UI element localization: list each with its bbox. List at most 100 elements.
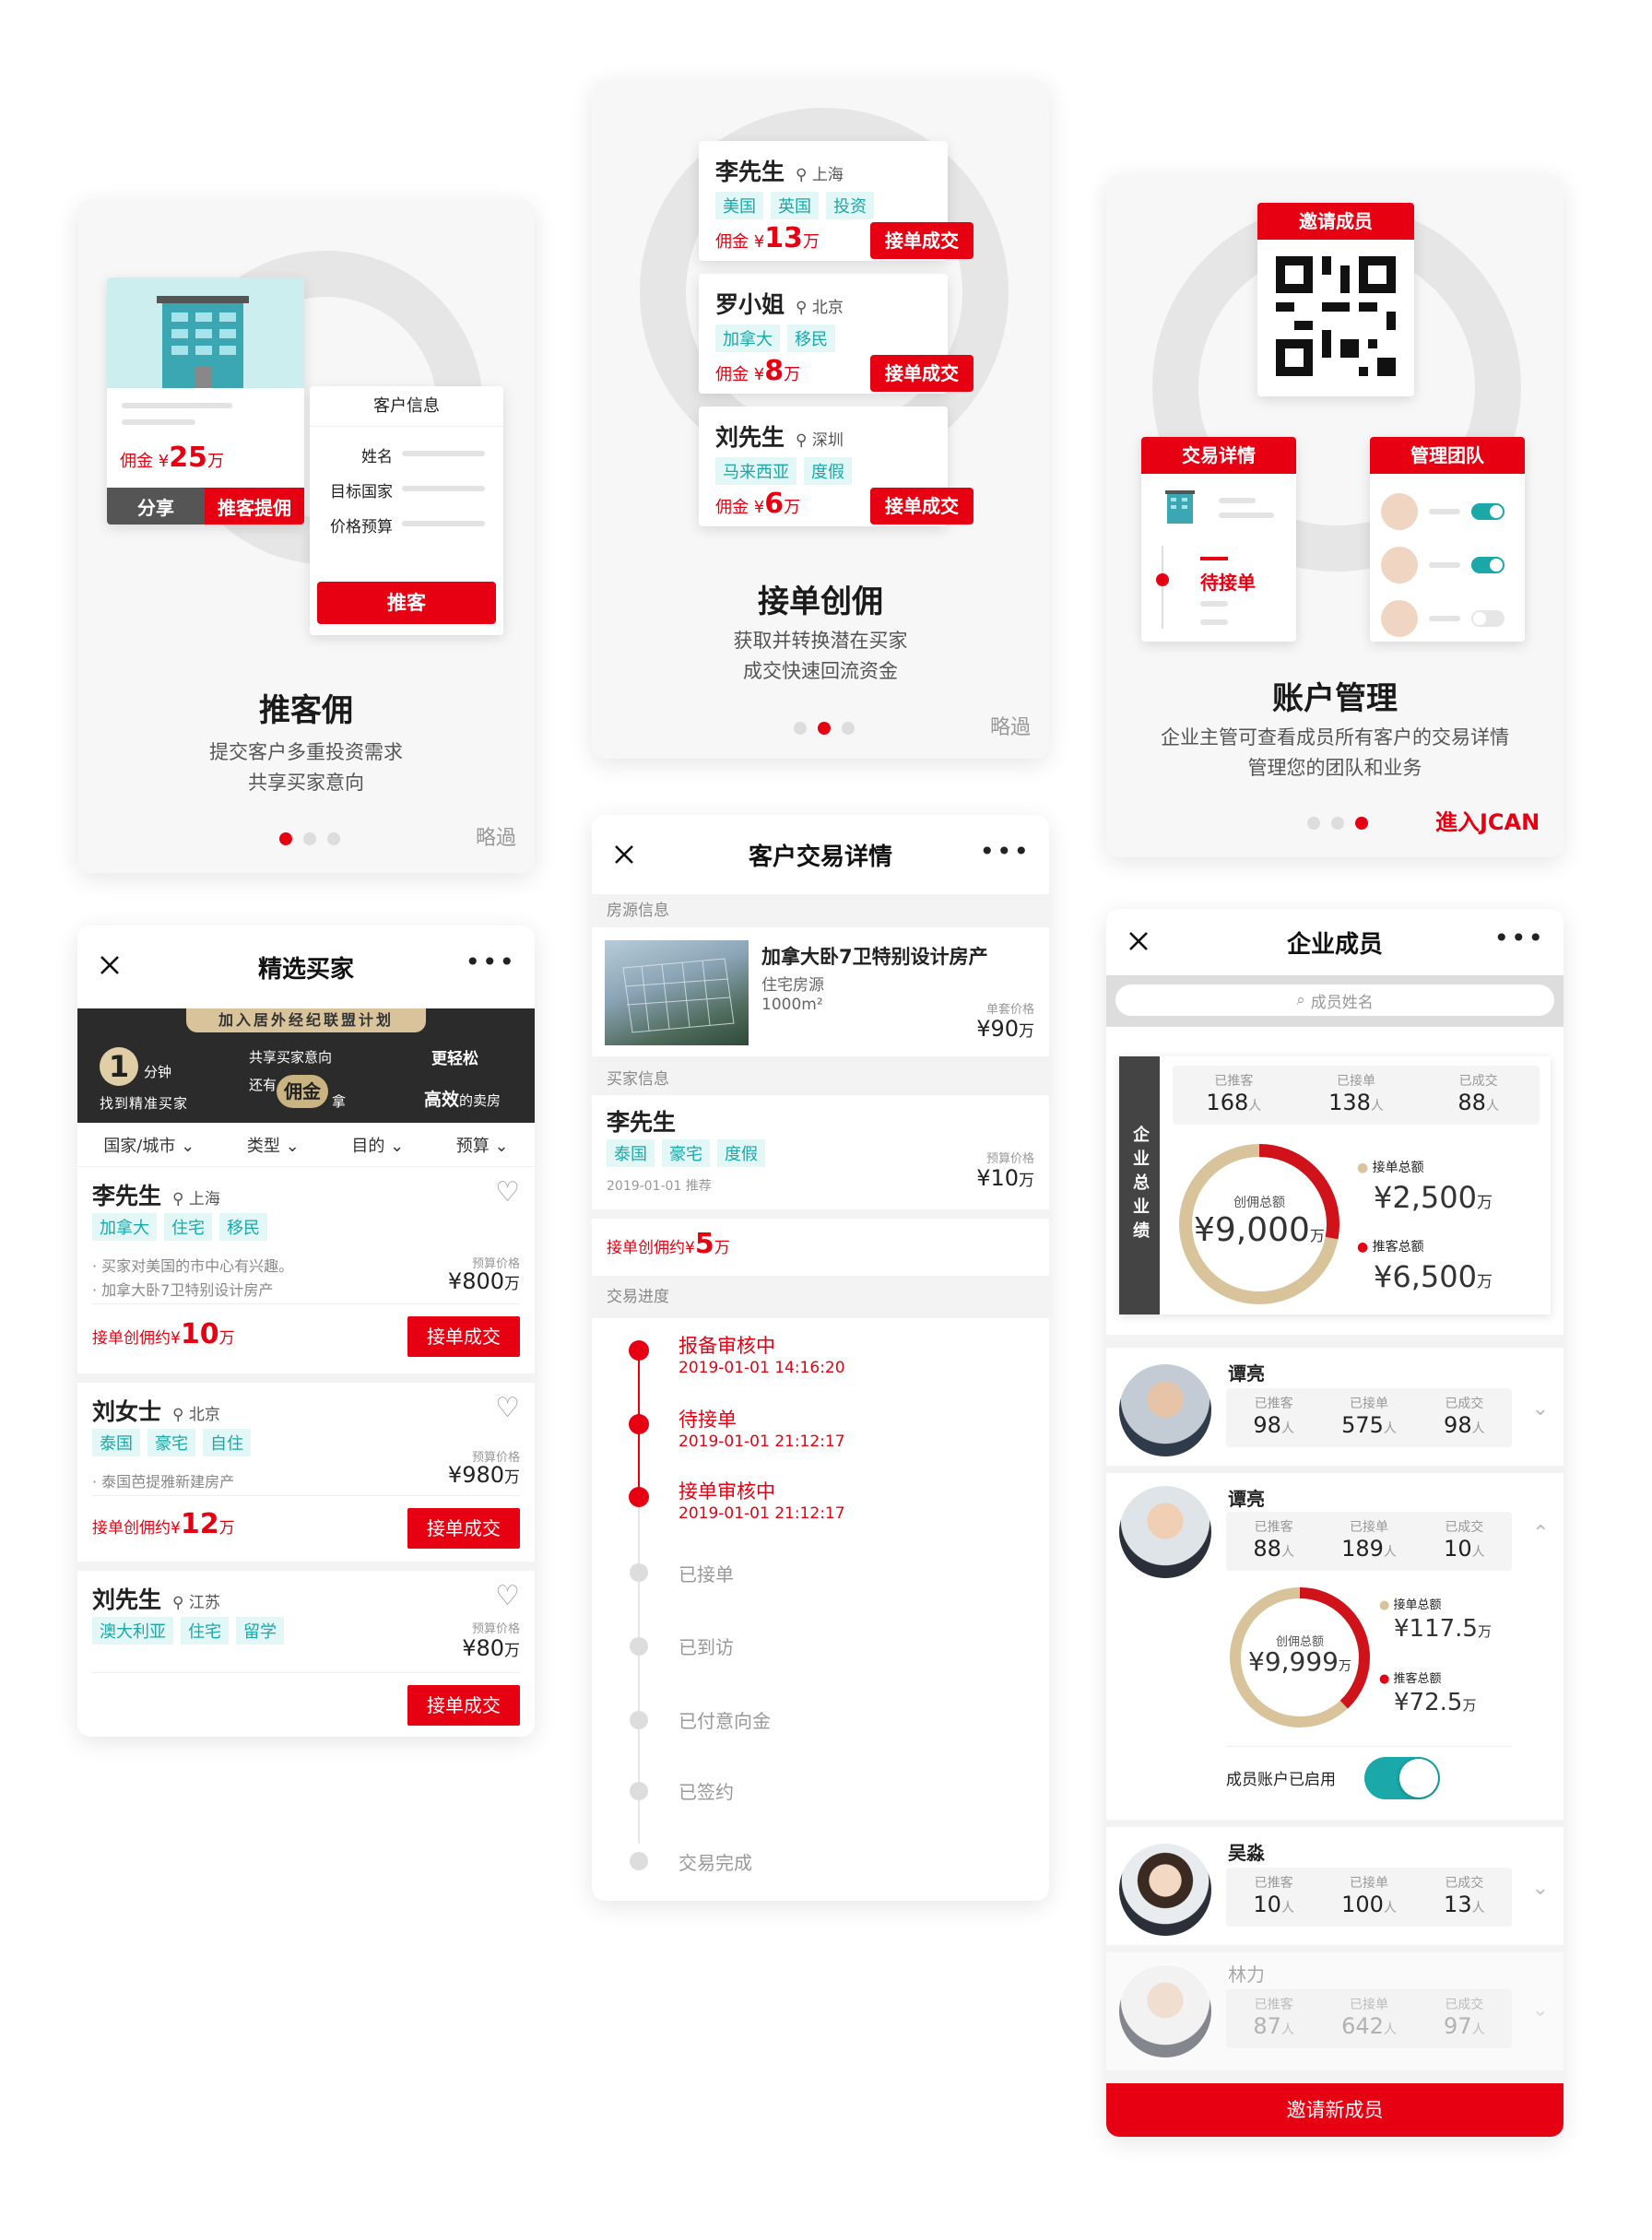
onboarding-desc-1: 获取并转换潜在买家 xyxy=(733,630,908,652)
invite-member-button[interactable]: 邀请新成员 xyxy=(1106,2083,1564,2137)
step-label: 已到访 xyxy=(678,1636,734,1658)
qr-code-icon xyxy=(1276,256,1396,376)
accept-deal-button[interactable]: 接单成交 xyxy=(407,1508,520,1549)
accept-deal-button[interactable]: 接单成交 xyxy=(870,355,974,392)
step-time: 2019-01-01 21:12:17 xyxy=(678,1432,845,1451)
member-stats: 已推客 87人 已接单 642人 已成交 97人 xyxy=(1226,1989,1512,2048)
enter-app-button[interactable]: 進入JCAN xyxy=(1435,804,1540,836)
commission-row: 接单创佣约¥5万 xyxy=(607,1228,730,1260)
filter-purpose[interactable]: 目的 ⌄ xyxy=(351,1133,404,1157)
field-country-label: 目标国家 xyxy=(330,483,393,501)
promo-banner[interactable]: 加入居外经纪联盟计划 1 分钟 找到精准买家 共享买家意向 还有 佣金 拿 更轻… xyxy=(77,1008,535,1123)
member-avatar-icon xyxy=(1381,600,1418,637)
location-pin-icon: ⚲ 北京 xyxy=(172,1406,220,1424)
step-label: 已接单 xyxy=(678,1563,734,1586)
member-avatar-icon xyxy=(1381,547,1418,584)
onboarding-account-card: 邀请成员 交易详情 待接单 管理团队 账户管理 企业主管可查看成员所有客户的交易… xyxy=(1106,175,1564,857)
buyer-item[interactable]: 李先生 ⚲ 上海 ♡ 加拿大 住宅 移民 · 买家对美国的市中心有兴趣。 · 加拿大卧… xyxy=(77,1167,535,1373)
step-time: 2019-01-01 14:16:20 xyxy=(678,1359,845,1377)
deal-detail-screen: 客户交易详情 ••• 房源信息 加拿大卧7卫特别设计房产 住宅房源 1000m²… xyxy=(592,815,1049,1901)
step-time: 2019-01-01 21:12:17 xyxy=(678,1504,845,1523)
performance-summary: 企业总业绩 已推客 168人 已接单 138人 已成交 88人 创佣总额 ¥9,000… xyxy=(1119,1056,1551,1315)
chevron-down-icon[interactable]: ⌄ xyxy=(1532,1877,1549,1900)
nav-bar: 客户交易详情 ••• xyxy=(592,815,1049,894)
step-label: 交易完成 xyxy=(678,1852,752,1874)
member-avatar-icon xyxy=(1381,493,1418,530)
member-avatar xyxy=(1119,1844,1211,1936)
buyer-item[interactable]: 刘先生 ⚲ 江苏 ♡ 澳大利亚 住宅 留学 预算价格 ¥80万 接单成交 xyxy=(77,1571,535,1737)
heart-icon[interactable]: ♡ xyxy=(495,1580,520,1612)
member-row[interactable]: 吴淼 已推客 10人 已接单 100人 已成交 13人 ⌄ xyxy=(1106,1827,1564,1945)
account-enabled-label: 成员账户已启用 xyxy=(1226,1771,1336,1789)
filter-budget[interactable]: 预算 ⌄ xyxy=(456,1133,509,1157)
step-label: 待接单 xyxy=(678,1409,737,1431)
step-label: 接单审核中 xyxy=(678,1480,775,1503)
recommend-button[interactable]: 推客提佣 xyxy=(205,488,304,525)
heart-icon[interactable]: ♡ xyxy=(495,1176,520,1208)
chevron-down-icon[interactable]: ⌄ xyxy=(1532,1998,1549,2022)
location-pin-icon: ⚲ 北京 xyxy=(796,299,844,317)
buyer-item[interactable]: 刘女士 ⚲ 北京 ♡ 泰国 豪宅 自住 · 泰国芭提雅新建房产 预算价格 ¥980万 … xyxy=(77,1383,535,1562)
lead-card-2: 罗小姐 ⚲ 北京 加拿大 移民 佣金 ¥8万 接单成交 xyxy=(699,274,974,394)
location-pin-icon: ⚲ 上海 xyxy=(796,166,844,184)
close-icon[interactable] xyxy=(96,951,124,979)
account-enabled-toggle[interactable] xyxy=(1364,1757,1440,1799)
form-title: 客户信息 xyxy=(310,386,503,427)
accept-deal-button[interactable]: 接单成交 xyxy=(407,1316,520,1357)
member-row-disabled[interactable]: 林力 已推客 87人 已接单 642人 已成交 97人 ⌄ xyxy=(1106,1952,1564,2070)
side-label: 企业总业绩 xyxy=(1119,1056,1160,1315)
more-icon[interactable]: ••• xyxy=(979,839,1031,865)
heart-icon[interactable]: ♡ xyxy=(495,1392,520,1424)
onboarding-desc-1: 企业主管可查看成员所有客户的交易详情 xyxy=(1161,726,1509,749)
onboarding-referral-card: 佣金 ¥25万 分享 推客提佣 客户信息 姓名 目标国家 价格预算 推客 推客佣… xyxy=(77,200,535,873)
toggle-switch[interactable] xyxy=(1471,610,1504,627)
page-dots xyxy=(279,832,340,845)
search-input[interactable]: ⌕ 成员姓名 xyxy=(1115,984,1554,1016)
team-manage-card: 管理团队 xyxy=(1370,437,1525,642)
commission-text: 佣金 ¥25万 xyxy=(120,442,224,474)
buyer-row: 李先生 泰国 豪宅 度假 2019-01-01 推荐 预算价格 ¥10万 xyxy=(607,1109,1034,1194)
section-property: 房源信息 xyxy=(592,894,1049,927)
filter-type[interactable]: 类型 ⌄ xyxy=(247,1133,300,1157)
accept-deal-button[interactable]: 接单成交 xyxy=(870,222,974,259)
team-manage-label: 管理团队 xyxy=(1370,437,1525,474)
member-stats: 已推客 10人 已接单 100人 已成交 13人 xyxy=(1226,1868,1512,1927)
member-stats: 已推客 98人 已接单 575人 已成交 98人 xyxy=(1226,1388,1512,1447)
onboarding-title: 账户管理 xyxy=(1272,680,1398,717)
property-row[interactable]: 加拿大卧7卫特别设计房产 住宅房源 1000m² 单套价格 ¥90万 xyxy=(592,927,1049,1056)
progress-timeline: 报备审核中 2019-01-01 14:16:20 待接单 2019-01-01… xyxy=(592,1318,1049,1901)
page-title: 精选买家 xyxy=(257,955,354,984)
step-label: 报备审核中 xyxy=(678,1335,775,1357)
submit-referral-button[interactable]: 推客 xyxy=(317,582,496,624)
lead-card-3: 刘先生 ⚲ 深圳 马来西亚 度假 佣金 ¥6万 接单成交 xyxy=(699,407,974,526)
member-avatar xyxy=(1119,1364,1211,1456)
nav-bar: 精选买家 ••• xyxy=(77,925,535,1008)
toggle-switch[interactable] xyxy=(1471,503,1504,520)
onboarding-desc-1: 提交客户多重投资需求 xyxy=(209,741,403,763)
close-icon[interactable] xyxy=(610,841,638,868)
chevron-up-icon[interactable]: ⌄ xyxy=(1532,1519,1549,1542)
pending-status: 待接单 xyxy=(1200,572,1256,594)
more-icon[interactable]: ••• xyxy=(465,949,516,975)
close-icon[interactable] xyxy=(1125,927,1152,955)
share-button[interactable]: 分享 xyxy=(107,488,205,525)
chevron-down-icon[interactable]: ⌄ xyxy=(1532,1397,1549,1421)
more-icon[interactable]: ••• xyxy=(1493,925,1545,951)
member-row[interactable]: 谭亮 已推客 98人 已接单 575人 已成交 98人 ⌄ xyxy=(1106,1348,1564,1466)
accept-deal-button[interactable]: 接单成交 xyxy=(870,488,974,525)
nav-bar: 企业成员 ••• xyxy=(1106,909,1564,975)
page-title: 客户交易详情 xyxy=(748,843,892,871)
invite-qr-card: 邀请成员 xyxy=(1257,203,1414,396)
section-buyer: 买家信息 xyxy=(592,1056,1049,1095)
location-pin-icon: ⚲ 江苏 xyxy=(172,1594,220,1612)
skip-button[interactable]: 略過 xyxy=(476,821,516,851)
member-row-expanded[interactable]: 谭亮 已推客 88人 已接单 189人 已成交 10人 ⌄ 创佣总额 ¥9,999万 … xyxy=(1106,1473,1564,1820)
page-dots xyxy=(1307,817,1368,830)
accept-deal-button[interactable]: 接单成交 xyxy=(407,1685,520,1726)
onboarding-title: 推客佣 xyxy=(259,692,353,729)
skip-button[interactable]: 略過 xyxy=(990,711,1031,740)
property-photo xyxy=(605,940,749,1045)
filter-country[interactable]: 国家/城市 ⌄ xyxy=(103,1133,195,1157)
toggle-switch[interactable] xyxy=(1471,557,1504,573)
onboarding-accept-card: 李先生 ⚲ 上海 美国 英国 投资 佣金 ¥13万 接单成交 罗小姐 ⚲ 北京 加拿大移… xyxy=(592,80,1049,759)
